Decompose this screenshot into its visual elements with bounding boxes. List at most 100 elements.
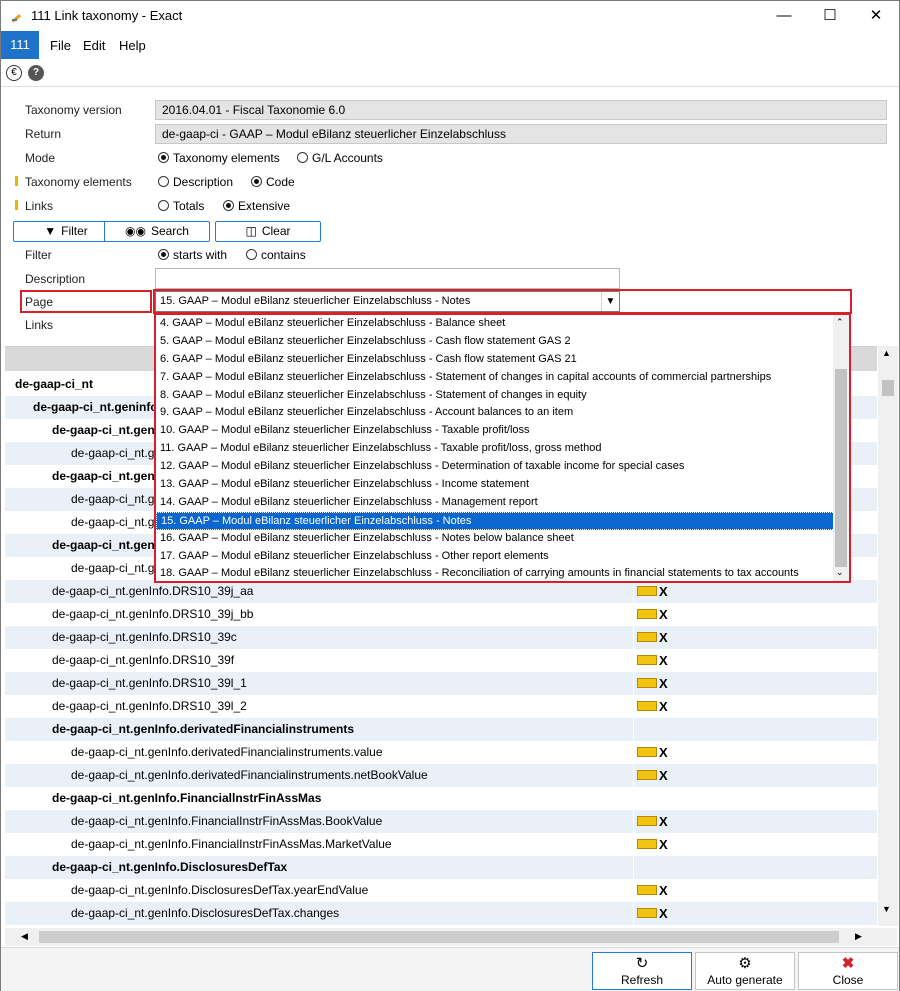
row-label: de-gaap-ci_nt.genInfo.DRS10_39j_aa [52, 584, 254, 598]
table-row[interactable]: de-gaap-ci_nt.genInfo.derivatedFinancial… [5, 741, 877, 764]
dropdown-option[interactable]: 7. GAAP – Modul eBilanz steuerlicher Ein… [156, 369, 849, 387]
auto-generate-button[interactable]: ⚙ Auto generate [695, 952, 795, 990]
scroll-thumb[interactable] [882, 380, 894, 396]
dropdown-option[interactable]: 13. GAAP – Modul eBilanz steuerlicher Ei… [156, 476, 849, 494]
table-row[interactable]: de-gaap-ci_nt.genInfo.DRS10_39j_bb X [5, 603, 877, 626]
te-description-radio[interactable]: Description [158, 175, 233, 189]
horizontal-scrollbar[interactable]: ◀ ▶ [5, 928, 897, 946]
puzzle-icon: ⚙ [738, 955, 752, 972]
table-row[interactable]: de-gaap-ci_nt.genInfo.FinancialInstrFinA… [5, 810, 877, 833]
filter-starts-with-radio[interactable]: starts with [158, 248, 227, 262]
table-row[interactable]: de-gaap-ci_nt.genInfo.DisclosuresDefTax [5, 856, 877, 879]
chevron-up-icon[interactable]: ⌃ [836, 317, 844, 328]
link-mark[interactable]: X [659, 902, 668, 925]
filter-label: Filter [25, 248, 52, 262]
link-flag-icon [637, 586, 657, 596]
table-row[interactable]: de-gaap-ci_nt.genInfo.FinanciallnstrFinA… [5, 787, 877, 810]
dropdown-option[interactable]: 14. GAAP – Modul eBilanz steuerlicher Ei… [156, 494, 849, 512]
column-divider [633, 672, 634, 695]
close-window-button[interactable]: ✕ [853, 1, 899, 31]
dropdown-option[interactable]: 15. GAAP – Modul eBilanz steuerlicher Ei… [156, 511, 849, 530]
link-mark[interactable]: X [659, 603, 668, 626]
search-button[interactable]: ◉◉ Search [104, 221, 210, 242]
link-mark[interactable]: X [659, 672, 668, 695]
row-label: de-gaap-ci_nt.g [71, 446, 155, 460]
dropdown-option[interactable]: 10. GAAP – Modul eBilanz steuerlicher Ei… [156, 422, 849, 440]
table-row[interactable]: de-gaap-ci_nt.genInfo.DRS10_39f X [5, 649, 877, 672]
mode-taxonomy-radio[interactable]: Taxonomy elements [158, 151, 280, 165]
dropdown-option[interactable]: 5. GAAP – Modul eBilanz steuerlicher Ein… [156, 333, 849, 351]
dropdown-option[interactable]: 6. GAAP – Modul eBilanz steuerlicher Ein… [156, 351, 849, 369]
column-divider [633, 649, 634, 672]
maximize-button[interactable]: ☐ [807, 1, 853, 31]
table-row[interactable]: de-gaap-ci_nt.genInfo.DRS10_39c X [5, 626, 877, 649]
menu-file[interactable]: File [50, 38, 71, 53]
links-totals-radio[interactable]: Totals [158, 199, 204, 213]
row-label: de-gaap-ci_nt [15, 377, 94, 391]
menu-help[interactable]: Help [119, 38, 146, 53]
dropdown-option[interactable]: 8. GAAP – Modul eBilanz steuerlicher Ein… [156, 387, 849, 405]
row-label: de-gaap-ci_nt.genInfo.DisclosuresDefTax.… [71, 906, 340, 920]
clear-button[interactable]: ◫ Clear [215, 221, 321, 242]
table-row[interactable]: de-gaap-ci_nt.genInfo.derivatedFinancial… [5, 718, 877, 741]
links-extensive-radio[interactable]: Extensive [223, 199, 290, 213]
column-divider [633, 718, 634, 741]
link-mark[interactable]: X [659, 649, 668, 672]
link-mark[interactable]: X [659, 879, 668, 902]
row-label: de-gaap-ci_nt.genInfo.DRS10_39l_2 [52, 699, 247, 713]
table-row[interactable]: de-gaap-ci_nt.genInfo.DisclosuresDefTax.… [5, 879, 877, 902]
link-mark[interactable]: X [659, 626, 668, 649]
mode-gl-radio[interactable]: G/L Accounts [297, 151, 383, 165]
page-select[interactable]: 15. GAAP – Modul eBilanz steuerlicher Ei… [155, 291, 620, 312]
euro-icon[interactable]: € [6, 65, 22, 81]
link-mark[interactable]: X [659, 695, 668, 718]
table-row[interactable]: de-gaap-ci_nt.genInfo.FinancialInstrFinA… [5, 833, 877, 856]
chevron-down-icon[interactable]: ⌄ [836, 567, 844, 578]
link-mark[interactable]: X [659, 580, 668, 603]
te-code-radio[interactable]: Code [251, 175, 295, 189]
row-label: de-gaap-ci_nt.genInfo.derivatedFinancial… [71, 768, 428, 782]
dropdown-option[interactable]: 18. GAAP – Modul eBilanz steuerlicher Ei… [156, 565, 849, 581]
refresh-button[interactable]: ↻ Refresh [592, 952, 692, 990]
row-label: de-gaap-ci_nt.genInfo.DRS10_39j_bb [52, 607, 254, 621]
return-label: Return [25, 127, 62, 141]
taxonomy-version-field: 2016.04.01 - Fiscal Taxonomie 6.0 [155, 100, 887, 120]
mode-label: Mode [25, 151, 56, 165]
chevron-down-icon[interactable]: ▼ [601, 292, 619, 311]
close-button[interactable]: ✖ Close [798, 952, 898, 990]
menu-edit[interactable]: Edit [83, 38, 105, 53]
dropdown-option[interactable]: 17. GAAP – Modul eBilanz steuerlicher Ei… [156, 548, 849, 566]
app-menu-button[interactable]: 111 [1, 31, 39, 59]
scroll-down-icon[interactable]: ▼ [882, 904, 891, 914]
column-divider [633, 787, 634, 810]
page-label: Page [25, 295, 54, 309]
binoculars-icon: ◉◉ [125, 224, 146, 238]
dropdown-scroll-thumb[interactable] [835, 369, 847, 567]
table-row[interactable]: de-gaap-ci_nt.genInfo.DisclosuresDefTax.… [5, 902, 877, 925]
link-mark[interactable]: X [659, 833, 668, 856]
vertical-scrollbar[interactable]: ▲ ▼ [878, 346, 898, 926]
minimize-button[interactable]: — [761, 1, 807, 31]
hscroll-thumb[interactable] [39, 931, 839, 943]
dropdown-option[interactable]: 4. GAAP – Modul eBilanz steuerlicher Ein… [156, 315, 849, 333]
dropdown-option[interactable]: 11. GAAP – Modul eBilanz steuerlicher Ei… [156, 440, 849, 458]
link-mark[interactable]: X [659, 741, 668, 764]
link-mark[interactable]: X [659, 810, 668, 833]
filter-contains-radio[interactable]: contains [246, 248, 306, 262]
dropdown-scrollbar[interactable]: ⌃ ⌄ [833, 315, 849, 581]
title-bar: 111 Link taxonomy - Exact — ☐ ✕ [1, 1, 899, 31]
link-mark[interactable]: X [659, 764, 668, 787]
table-row[interactable]: de-gaap-ci_nt.genInfo.DRS10_39l_2 X [5, 695, 877, 718]
description-input[interactable] [155, 268, 620, 289]
dropdown-option[interactable]: 16. GAAP – Modul eBilanz steuerlicher Ei… [156, 530, 849, 548]
scroll-right-icon[interactable]: ▶ [855, 931, 862, 942]
table-row[interactable]: de-gaap-ci_nt.genInfo.derivatedFinancial… [5, 764, 877, 787]
scroll-left-icon[interactable]: ◀ [21, 931, 28, 942]
dropdown-option[interactable]: 9. GAAP – Modul eBilanz steuerlicher Ein… [156, 404, 849, 422]
row-label: de-gaap-ci_nt.genInfo.derivatedFinancial… [52, 722, 355, 736]
scroll-up-icon[interactable]: ▲ [882, 348, 891, 358]
dropdown-option[interactable]: 12. GAAP – Modul eBilanz steuerlicher Ei… [156, 458, 849, 476]
table-row[interactable]: de-gaap-ci_nt.genInfo.DRS10_39j_aa X [5, 580, 877, 603]
help-icon[interactable]: ? [28, 65, 44, 81]
table-row[interactable]: de-gaap-ci_nt.genInfo.DRS10_39l_1 X [5, 672, 877, 695]
